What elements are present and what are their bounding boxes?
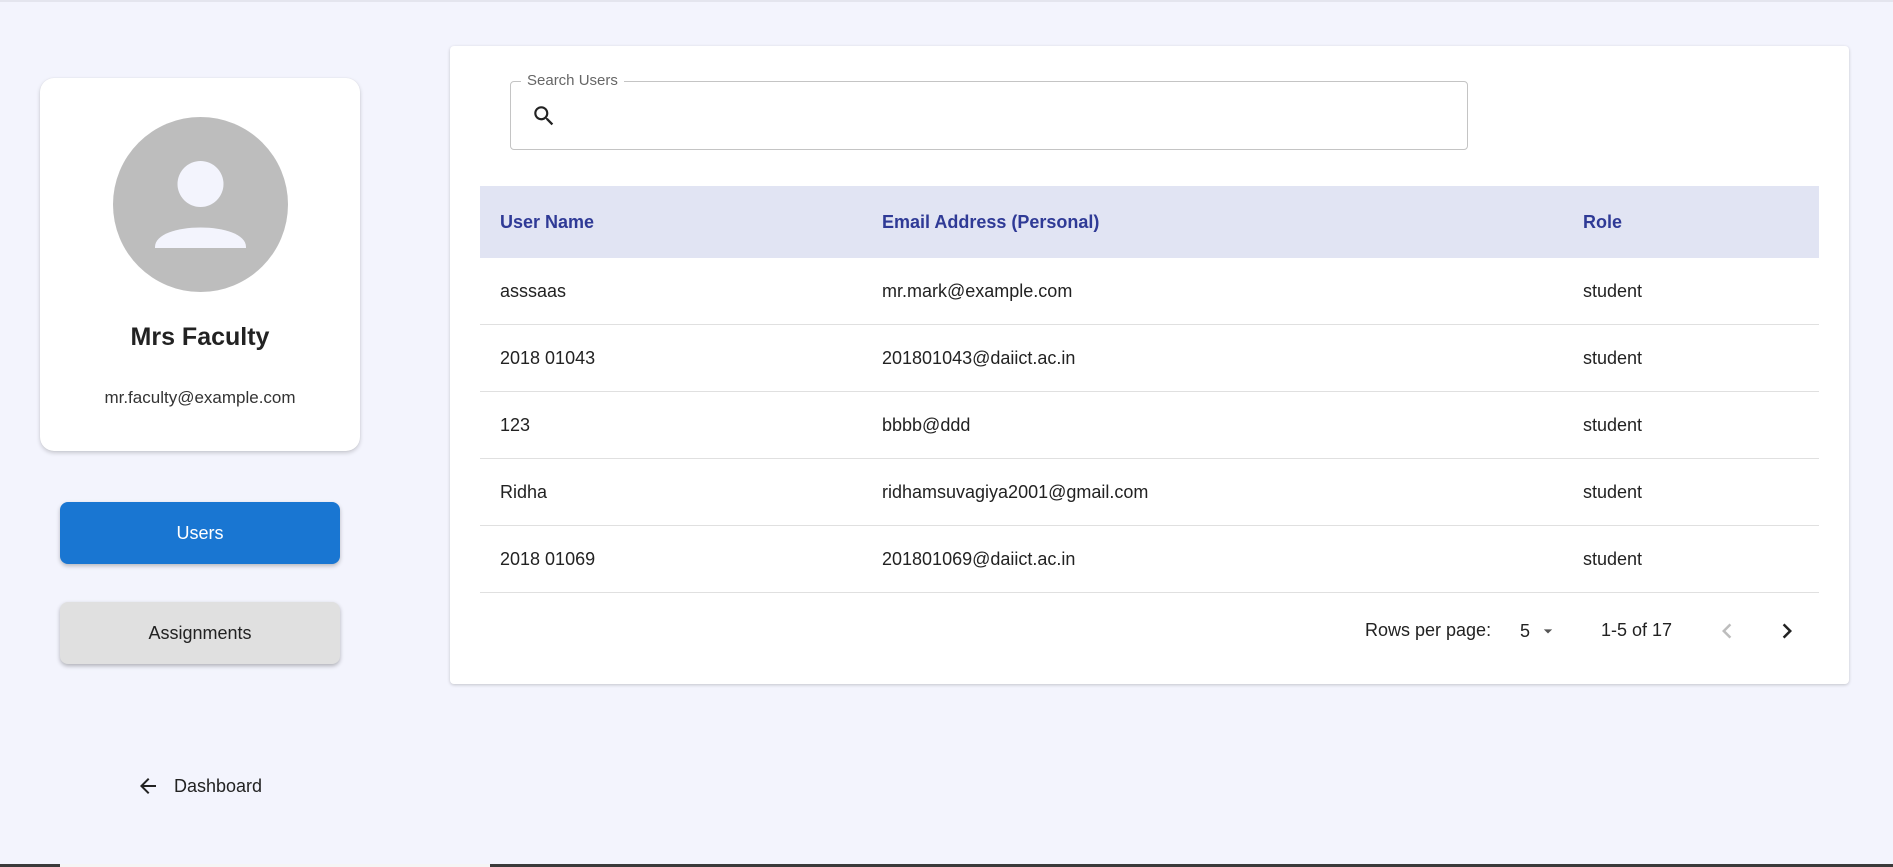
- column-header-role[interactable]: Role: [1583, 186, 1622, 258]
- table-row[interactable]: 2018 01043 201801043@daiict.ac.in studen…: [480, 325, 1819, 392]
- dashboard-label: Dashboard: [174, 775, 263, 796]
- pagination-range: 1-5 of 17: [1601, 620, 1673, 640]
- cell-email: ridhamsuvagiya2001@gmail.com: [882, 482, 1149, 502]
- cell-user-name: asssaas: [500, 281, 567, 301]
- table-row[interactable]: 123 bbbb@ddd student: [480, 392, 1819, 459]
- cell-email: 201801043@daiict.ac.in: [882, 348, 1076, 368]
- caret-down-icon: [1543, 629, 1553, 634]
- table-row[interactable]: asssaas mr.mark@example.com student: [480, 258, 1819, 325]
- top-divider: [0, 0, 1893, 2]
- users-panel: Search Users User Name Email Address (Pe…: [450, 46, 1849, 684]
- person-icon: [155, 161, 246, 248]
- next-page-button[interactable]: [1772, 616, 1802, 646]
- search-icon: [534, 106, 554, 126]
- column-header-user-name[interactable]: User Name: [500, 186, 594, 258]
- cell-user-name: 2018 01069: [500, 549, 596, 569]
- table-row[interactable]: Ridha ridhamsuvagiya2001@gmail.com stude…: [480, 459, 1819, 526]
- rows-per-page-label: Rows per page:: [1365, 620, 1492, 640]
- cell-user-name: Ridha: [500, 482, 548, 502]
- cell-role: student: [1583, 348, 1643, 368]
- profile-email: mr.faculty@example.com: [104, 388, 296, 407]
- previous-page-button[interactable]: [1712, 616, 1742, 646]
- cell-user-name: 2018 01043: [500, 348, 596, 368]
- dashboard-link[interactable]: Dashboard: [136, 770, 262, 802]
- users-button[interactable]: Users: [60, 502, 340, 564]
- table-row[interactable]: 2018 01069 201801069@daiict.ac.in studen…: [480, 526, 1819, 593]
- table-header: User Name Email Address (Personal) Role: [480, 186, 1819, 258]
- search-label: Search Users: [521, 72, 624, 89]
- assignments-button[interactable]: Assignments: [60, 602, 340, 664]
- table-pagination: Rows per page: 5 1-5 of 17: [450, 606, 1849, 656]
- profile-card: Mrs Faculty mr.faculty@example.com: [40, 78, 360, 451]
- profile-name: Mrs Faculty: [130, 323, 270, 351]
- avatar: [113, 117, 288, 292]
- cell-email: 201801069@daiict.ac.in: [882, 549, 1076, 569]
- search-input[interactable]: [573, 90, 1457, 142]
- search-field[interactable]: Search Users: [510, 72, 1468, 150]
- cell-role: student: [1583, 482, 1643, 502]
- cell-role: student: [1583, 415, 1643, 435]
- rows-per-page-select[interactable]: 5: [1520, 616, 1558, 646]
- cell-email: mr.mark@example.com: [882, 281, 1073, 301]
- users-table: User Name Email Address (Personal) Role …: [480, 186, 1819, 593]
- cell-user-name: 123: [500, 415, 531, 435]
- cell-role: student: [1583, 281, 1643, 301]
- column-header-email[interactable]: Email Address (Personal): [882, 186, 1099, 258]
- cell-role: student: [1583, 549, 1643, 569]
- rows-per-page-value: 5: [1520, 620, 1531, 641]
- arrow-back-icon: [140, 778, 156, 794]
- cell-email: bbbb@ddd: [882, 415, 971, 435]
